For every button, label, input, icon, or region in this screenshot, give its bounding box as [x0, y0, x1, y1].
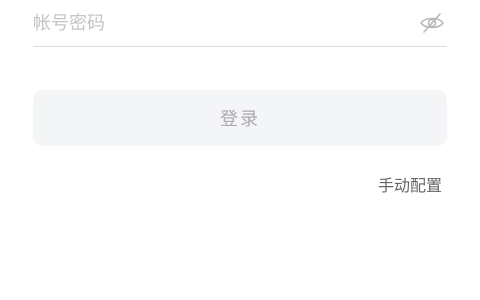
- password-input[interactable]: [33, 6, 403, 40]
- manual-config-link[interactable]: 手动配置: [378, 172, 442, 196]
- password-field-row: [33, 0, 447, 47]
- eye-off-icon[interactable]: [417, 8, 447, 38]
- login-button[interactable]: 登录: [33, 90, 447, 146]
